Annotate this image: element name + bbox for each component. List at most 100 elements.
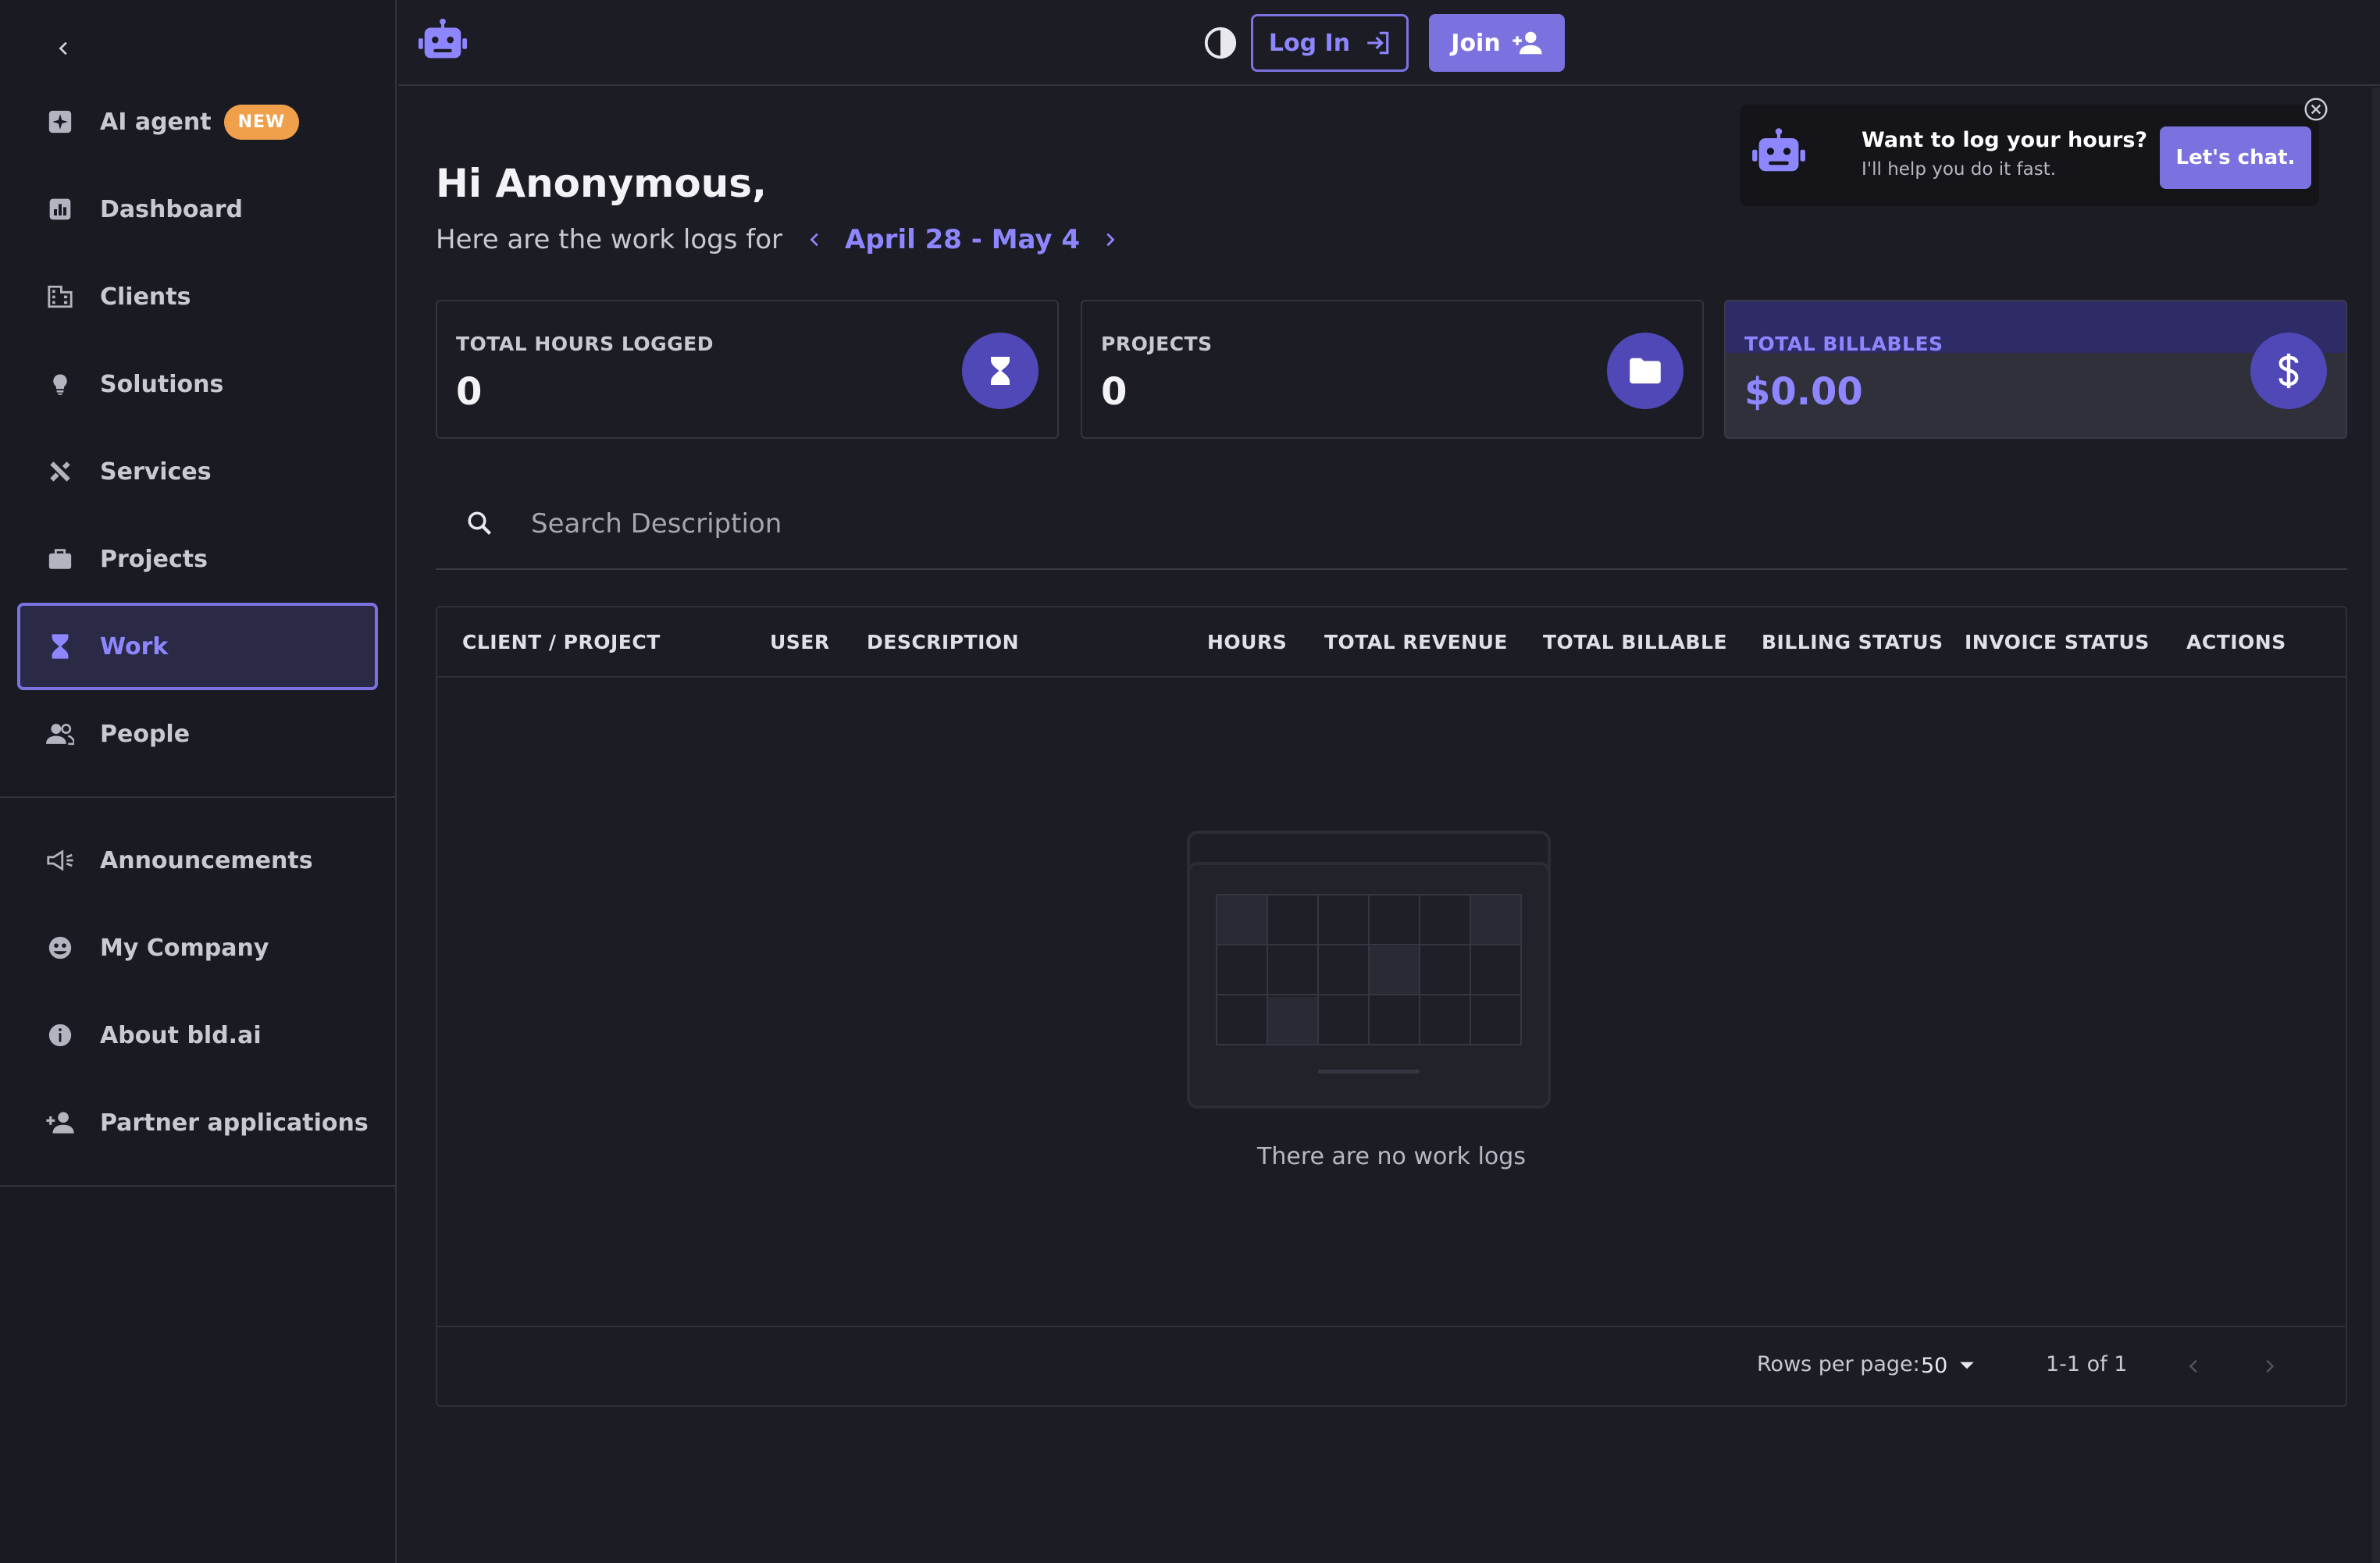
stat-value: $0.00 — [1744, 370, 1863, 414]
stat-label: TOTAL HOURS LOGGED — [456, 333, 714, 355]
lightbulb-icon — [45, 369, 75, 399]
sidebar-item-my-company[interactable]: My Company — [17, 906, 378, 990]
chevron-left-icon — [2189, 1359, 2197, 1373]
sidebar-item-label: Dashboard — [100, 195, 243, 223]
join-label: Join — [1451, 29, 1501, 57]
search-bar — [436, 478, 2347, 570]
next-week-button[interactable] — [1094, 224, 1125, 255]
previous-week-button[interactable] — [800, 224, 831, 255]
person-add-icon — [1512, 31, 1542, 55]
rows-per-page-label: Rows per page: — [1757, 1352, 1920, 1376]
week-subtitle: Here are the work logs for April 28 - Ma… — [436, 220, 1125, 259]
chevron-left-icon — [810, 233, 818, 247]
chevron-left-icon — [59, 41, 67, 55]
sidebar-item-label: Partner applications — [100, 1109, 369, 1137]
chevron-right-icon — [1106, 233, 1115, 247]
sidebar-divider — [0, 1185, 397, 1187]
sidebar-item-about[interactable]: About bld.ai — [17, 993, 378, 1077]
sidebar-item-label: Solutions — [100, 370, 224, 398]
stat-value: 0 — [1101, 370, 1128, 414]
sidebar-item-label: Work — [100, 632, 169, 660]
sidebar-item-label: Clients — [100, 283, 191, 311]
subtitle-text: Here are the work logs for — [436, 224, 783, 255]
sidebar-item-label: Projects — [100, 545, 208, 573]
search-icon — [465, 509, 497, 540]
column-header-billing-status[interactable]: BILLING STATUS — [1762, 631, 1944, 653]
megaphone-icon — [45, 846, 75, 875]
work-logs-table: CLIENT / PROJECT USER DESCRIPTION HOURS … — [436, 606, 2347, 1407]
caret-down-icon — [1960, 1362, 1975, 1369]
robot-logo-icon[interactable] — [415, 14, 470, 69]
sidebar-item-solutions[interactable]: Solutions — [17, 342, 378, 426]
people-icon — [45, 719, 75, 749]
stat-card-billables: TOTAL BILLABLES $0.00 — [1724, 300, 2347, 439]
week-navigator: April 28 - May 4 — [800, 224, 1125, 255]
sidebar-item-people[interactable]: People — [17, 692, 378, 776]
rows-per-page-value: 50 — [1921, 1353, 1948, 1378]
stat-label: TOTAL BILLABLES — [1744, 333, 1944, 355]
join-button[interactable]: Join — [1429, 14, 1565, 72]
hourglass-icon — [45, 632, 75, 661]
app-root: AI agent NEW Dashboard Clients Solutions — [0, 0, 2380, 1563]
new-badge: NEW — [223, 104, 300, 140]
sidebar-item-label: AI agent — [100, 108, 212, 136]
sidebar-item-partner-applications[interactable]: Partner applications — [17, 1081, 378, 1165]
column-header-total-billable[interactable]: TOTAL BILLABLE — [1543, 631, 1727, 653]
sidebar-item-announcements[interactable]: Announcements — [17, 818, 378, 903]
sidebar-item-label: Announcements — [100, 846, 313, 874]
empty-calendar-illustration — [1187, 831, 1551, 1109]
sidebar-item-clients[interactable]: Clients — [17, 255, 378, 339]
sidebar-item-label: My Company — [100, 934, 269, 962]
chevron-right-icon — [2266, 1359, 2275, 1373]
column-header-hours[interactable]: HOURS — [1207, 631, 1287, 653]
empty-state-message: There are no work logs — [1257, 1143, 1526, 1170]
sidebar-item-dashboard[interactable]: Dashboard — [17, 167, 378, 251]
sidebar-item-projects[interactable]: Projects — [17, 517, 378, 601]
sidebar-item-work[interactable]: Work — [17, 603, 378, 690]
column-header-total-revenue[interactable]: TOTAL REVENUE — [1324, 631, 1508, 653]
chart-icon — [45, 194, 75, 224]
building-icon — [45, 282, 75, 312]
sidebar-item-services[interactable]: Services — [17, 429, 378, 514]
column-header-client-project[interactable]: CLIENT / PROJECT — [462, 631, 661, 653]
login-label: Log In — [1268, 29, 1351, 57]
stat-value: 0 — [456, 370, 483, 414]
week-range[interactable]: April 28 - May 4 — [845, 224, 1080, 255]
lets-chat-button[interactable]: Let's chat. — [2160, 126, 2311, 189]
theme-toggle-icon[interactable] — [1202, 25, 1238, 61]
person-add-icon — [45, 1108, 75, 1138]
stat-card-projects: PROJECTS 0 — [1081, 300, 1704, 439]
sidebar-item-ai-agent[interactable]: AI agent NEW — [17, 80, 378, 164]
collapse-sidebar-button[interactable] — [48, 33, 80, 64]
rows-per-page-select[interactable]: 50 — [1921, 1348, 1976, 1383]
column-header-description[interactable]: DESCRIPTION — [867, 631, 1019, 653]
login-icon — [1367, 31, 1389, 55]
sidebar: AI agent NEW Dashboard Clients Solutions — [0, 0, 397, 1563]
company-icon — [45, 933, 75, 963]
dollar-icon — [2250, 333, 2327, 409]
sidebar-item-label: Services — [100, 458, 212, 486]
previous-page-button[interactable] — [2177, 1349, 2211, 1383]
ai-sparkle-icon — [45, 107, 75, 137]
sidebar-divider — [0, 796, 397, 798]
folder-icon — [1607, 333, 1683, 409]
robot-icon — [1751, 128, 1810, 183]
tools-icon — [45, 457, 75, 486]
column-header-user[interactable]: USER — [770, 631, 830, 653]
close-icon[interactable] — [2303, 97, 2328, 122]
page-scrollbar[interactable] — [2372, 87, 2380, 1563]
login-button[interactable]: Log In — [1251, 14, 1409, 72]
stat-label: PROJECTS — [1101, 333, 1213, 355]
page-info: 1-1 of 1 — [2046, 1352, 2128, 1376]
top-bar: Log In Join — [398, 0, 2380, 86]
column-header-invoice-status[interactable]: INVOICE STATUS — [1965, 631, 2150, 653]
stat-card-hours: TOTAL HOURS LOGGED 0 — [436, 300, 1059, 439]
search-input[interactable] — [531, 498, 1936, 550]
page-title: Hi Anonymous, — [436, 161, 768, 206]
sidebar-item-label: People — [100, 720, 191, 748]
next-page-button[interactable] — [2252, 1349, 2286, 1383]
chat-prompt-subtitle: I'll help you do it fast. — [1862, 159, 2057, 180]
table-pagination: Rows per page: 50 1-1 of 1 — [437, 1326, 2346, 1407]
info-icon — [45, 1020, 75, 1050]
column-header-actions[interactable]: ACTIONS — [2186, 631, 2286, 653]
